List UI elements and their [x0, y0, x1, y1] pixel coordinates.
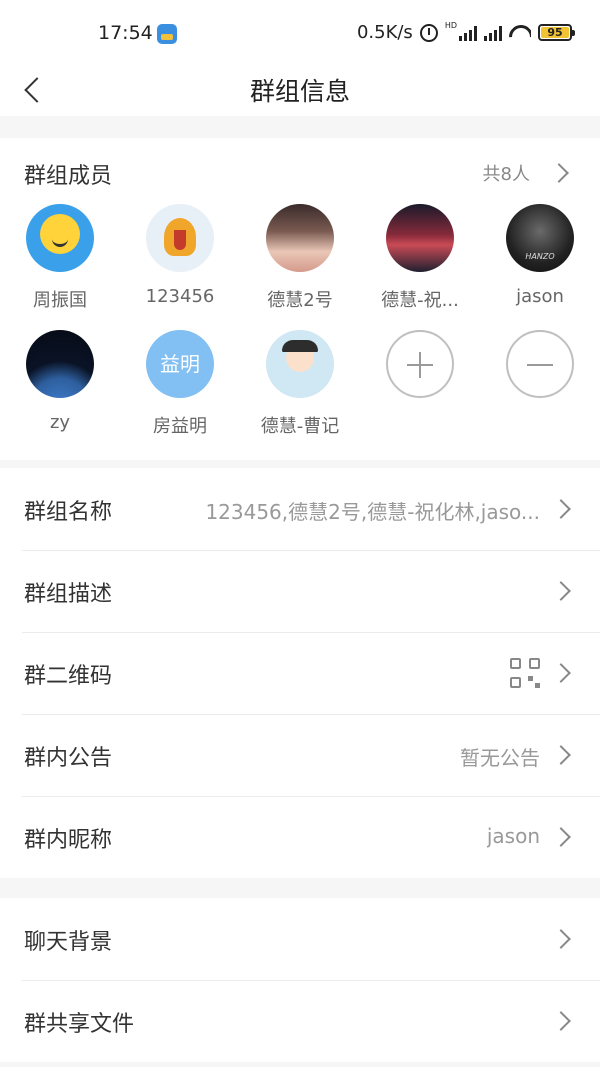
battery-icon: 95	[538, 24, 575, 41]
member-item[interactable]: 益明 房益明	[120, 330, 240, 438]
avatar	[26, 204, 94, 272]
member-item[interactable]: HANZO jason	[480, 204, 600, 307]
avatar	[266, 330, 334, 398]
shared-files-row[interactable]: 群共享文件	[0, 980, 600, 1062]
row-label: 群内公告	[24, 746, 113, 771]
nickname-row[interactable]: 群内昵称 jason	[0, 796, 600, 878]
member-item[interactable]: 周振国	[0, 204, 120, 312]
chevron-right-icon	[551, 745, 571, 765]
signal-icon	[459, 25, 477, 41]
chat-background-row[interactable]: 聊天背景	[0, 898, 600, 980]
status-time: 17:54	[98, 22, 153, 44]
chevron-right-icon	[551, 827, 571, 847]
row-label: 群组名称	[24, 500, 113, 525]
members-section: 群组成员 共8人 周振国 123456 德慧2号 德慧-祝... HANZO j…	[0, 138, 600, 460]
qr-code-icon	[510, 658, 540, 688]
avatar	[266, 204, 334, 272]
group-settings: 群组名称 123456,德慧2号,德慧-祝化林,jaso... 群组描述 群二维…	[0, 468, 600, 878]
member-item[interactable]: zy	[0, 330, 120, 433]
row-label: 聊天背景	[24, 930, 113, 955]
member-name: 周振国	[33, 290, 87, 311]
row-label: 群共享文件	[24, 1012, 135, 1037]
chevron-right-icon	[551, 663, 571, 683]
status-bar: 17:54 0.5K/s HD 95	[0, 0, 600, 66]
wifi-icon	[509, 25, 531, 41]
member-name: 德慧2号	[267, 290, 333, 311]
member-name: 房益明	[153, 416, 207, 437]
remove-member-button[interactable]	[480, 330, 600, 398]
alarm-icon	[419, 23, 438, 42]
row-label: 群组描述	[24, 582, 113, 607]
member-name: 德慧-曹记	[260, 416, 340, 437]
chevron-right-icon	[551, 929, 571, 949]
status-indicators: 0.5K/s HD 95	[356, 21, 575, 43]
nickname-value: jason	[486, 824, 540, 848]
group-name-row[interactable]: 群组名称 123456,德慧2号,德慧-祝化林,jaso...	[0, 468, 600, 550]
page-title: 群组信息	[249, 77, 350, 106]
chevron-right-icon	[551, 1011, 571, 1031]
chevron-right-icon	[551, 499, 571, 519]
hd-label: HD	[444, 21, 457, 30]
avatar: 益明	[146, 330, 214, 398]
row-label: 群内昵称	[24, 828, 113, 853]
avatar	[26, 330, 94, 398]
add-member-button[interactable]	[360, 330, 480, 398]
members-count[interactable]: 共8人	[483, 160, 530, 186]
minus-icon[interactable]	[506, 330, 574, 398]
chat-settings: 聊天背景 群共享文件	[0, 898, 600, 1062]
network-speed: 0.5K/s	[356, 22, 413, 43]
group-qr-row[interactable]: 群二维码	[0, 632, 600, 714]
battery-level: 95	[541, 27, 569, 38]
member-name: 德慧-祝...	[381, 290, 459, 311]
member-name: 123456	[145, 286, 215, 307]
group-desc-row[interactable]: 群组描述	[0, 550, 600, 632]
member-item[interactable]: 德慧-曹记	[240, 330, 360, 438]
plus-icon[interactable]	[386, 330, 454, 398]
members-title: 群组成员	[24, 164, 113, 189]
group-name-value: 123456,德慧2号,德慧-祝化林,jaso...	[205, 500, 540, 524]
announcement-row[interactable]: 群内公告 暂无公告	[0, 714, 600, 796]
chevron-right-icon	[551, 581, 571, 601]
member-item[interactable]: 德慧-祝...	[360, 204, 480, 312]
avatar-text: HANZO	[525, 252, 555, 261]
member-name: zy	[49, 412, 71, 433]
avatar	[386, 204, 454, 272]
nav-bar: 群组信息	[0, 66, 600, 116]
app-notification-icon	[157, 24, 177, 44]
chevron-right-icon[interactable]	[549, 163, 569, 183]
member-item[interactable]: 德慧2号	[240, 204, 360, 312]
member-item[interactable]: 123456	[120, 204, 240, 307]
announcement-value: 暂无公告	[460, 746, 540, 770]
avatar	[146, 204, 214, 272]
row-label: 群二维码	[24, 664, 113, 689]
signal-icon-2	[484, 25, 502, 41]
member-name: jason	[516, 286, 564, 307]
avatar: HANZO	[506, 204, 574, 272]
